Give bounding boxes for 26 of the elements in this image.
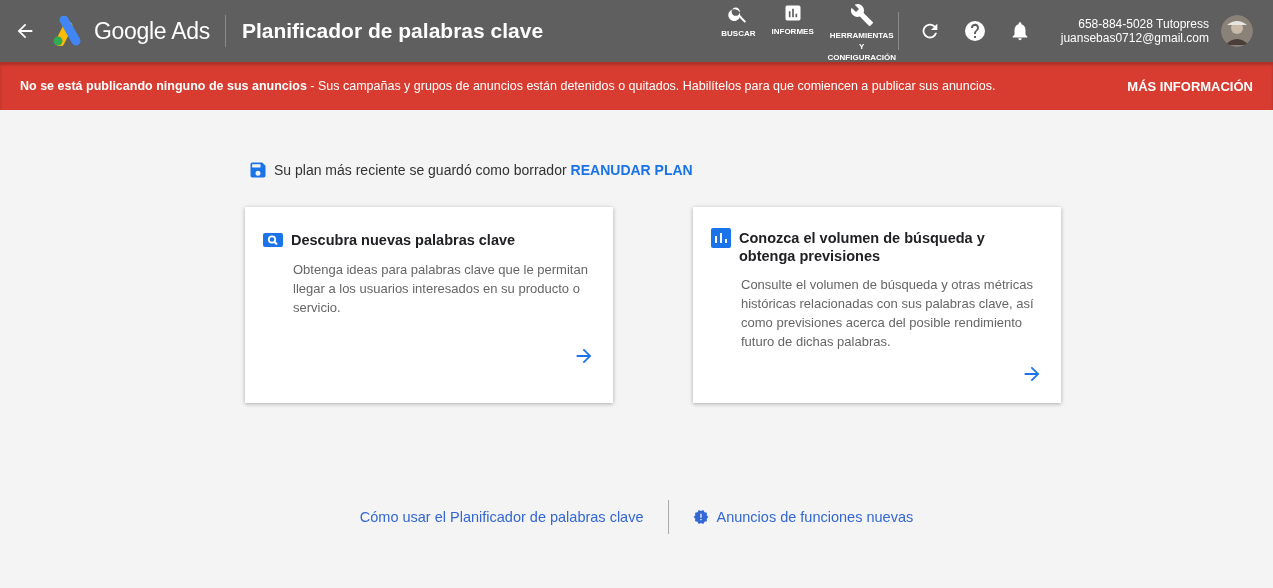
account-email: juansebas0712@gmail.com (1060, 31, 1209, 45)
card-title: Descubra nuevas palabras clave (291, 231, 516, 249)
avatar[interactable] (1221, 15, 1253, 47)
card-title: Conozca el volumen de búsqueda y obtenga previsiones (739, 229, 986, 265)
card-description: Consulte el volumen de búsqueda y otras métricas históricas relacionadas con sus palabras clave, así como previsiones acerca del posible rendimiento futuro de dichas palabras. (741, 276, 1035, 351)
bar-chart-icon (711, 228, 731, 248)
save-icon (248, 160, 268, 180)
more-info-link[interactable]: MÁS INFORMACIÓN (1127, 78, 1253, 94)
draft-notice: Su plan más reciente se guardó como borrador (274, 162, 567, 178)
account-id: 658-884-5028 Tutopress (1078, 17, 1209, 31)
footer-link[interactable]: Anuncios de funciones nuevas (668, 509, 938, 525)
product-name: Google Ads (94, 17, 210, 45)
help-button[interactable] (962, 19, 987, 43)
alert-badge-icon (692, 509, 709, 525)
page-title: Planificador de palabras clave (241, 19, 544, 43)
option-card[interactable] (693, 207, 1061, 403)
alert-message: No se está publicando ninguno de sus anuncios - Sus campañas y grupos de anuncios están detenidos o quitados. Habilítelos para que comiencen a publicar sus anuncios. (20, 79, 996, 93)
option-card[interactable]: Descubra nuevas palabras clave Obtenga ideas para palabras clave que le permitan llegar a los usuarios interesados en su producto o servicio. (245, 207, 613, 403)
footer-link[interactable]: Cómo usar el Planificador de palabras clave (335, 509, 668, 525)
search-icon (263, 230, 283, 250)
resume-plan-link[interactable]: REANUDAR PLAN (570, 162, 693, 178)
wrench-icon (849, 3, 874, 27)
nav-button[interactable]: INFORMES (767, 3, 818, 37)
nav-button[interactable]: BUSCAR (717, 3, 760, 39)
card-description: Obtenga ideas para palabras clave que le permitan llegar a los usuarios interesados en su producto o servicio. (293, 261, 589, 317)
nav-button[interactable]: HERRAMIENTAS Y CONFIGURACIÓN (825, 3, 898, 63)
